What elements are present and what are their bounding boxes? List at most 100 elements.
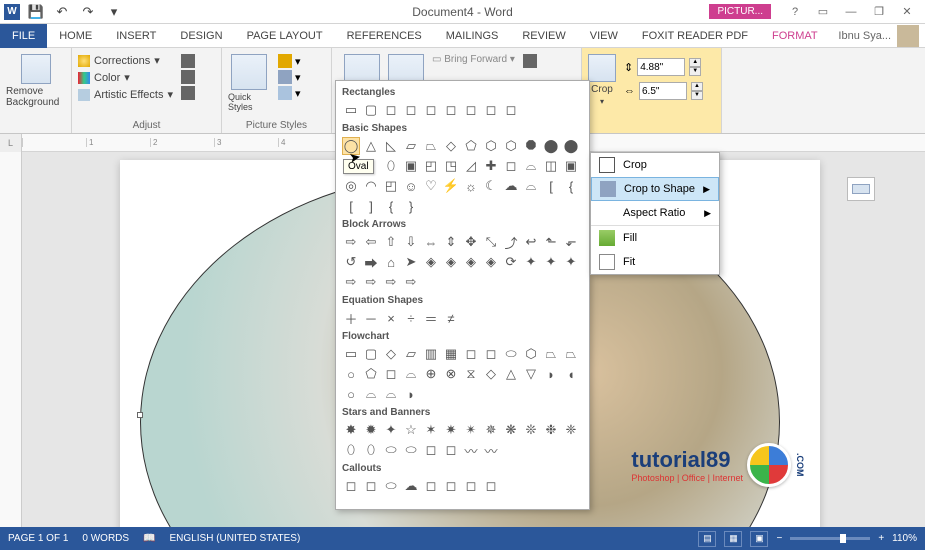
shape-star8[interactable]: ✴ [462,421,480,439]
shape-round3[interactable]: ◻ [482,101,500,119]
width-spinner[interactable]: ▲▼ [691,82,703,100]
shape-callout-line3[interactable]: ◻ [462,477,480,495]
shape-arrow-9[interactable]: ⇨ [362,273,380,291]
shape-brace[interactable]: { [562,177,580,195]
shape-ribbon2[interactable]: ⬯ [362,441,380,459]
status-language[interactable]: ENGLISH (UNITED STATES) [170,533,301,544]
close-icon[interactable]: ✕ [893,2,921,22]
shape-fc-sort[interactable]: ◇ [482,365,500,383]
shape-arrow-bent[interactable]: ⤴ [502,233,520,251]
width-input[interactable] [639,82,687,100]
shape-callout-line4[interactable]: ◻ [482,477,500,495]
view-web-icon[interactable]: ▣ [750,531,768,547]
shape-fc-process[interactable]: ▭ [342,345,360,363]
shape-fc-alt[interactable]: ▢ [362,345,380,363]
shape-fc-extract[interactable]: △ [502,365,520,383]
quick-styles-button[interactable]: Quick Styles [228,54,270,112]
shape-star-explosion1[interactable]: ✸ [342,421,360,439]
zoom-out-icon[interactable]: − [776,533,782,544]
shape-plaque[interactable]: ◻ [502,157,520,175]
shape-fc-prep[interactable]: ⬡ [522,345,540,363]
shape-star6[interactable]: ✶ [422,421,440,439]
height-spinner[interactable]: ▲▼ [689,58,701,76]
shape-snip3[interactable]: ◻ [422,101,440,119]
shape-hexagon[interactable]: ⬡ [482,137,500,155]
crop-menu-fit[interactable]: Fit [591,250,719,274]
shape-arrow-3[interactable]: ⤡ [482,233,500,251]
shape-arrow-notch[interactable]: ⮕ [362,253,380,271]
shape-trapezoid[interactable]: ⏢ [422,137,440,155]
shape-arrow-home[interactable]: ⌂ [382,253,400,271]
shape-pentagon[interactable]: ⬠ [462,137,480,155]
shape-parallelogram[interactable]: ▱ [402,137,420,155]
tab-mailings[interactable]: MAILINGS [434,24,511,48]
shape-noteq[interactable]: ≠ [442,309,460,327]
shape-fc-stored[interactable]: ◗ [542,365,560,383]
status-words[interactable]: 0 WORDS [82,533,129,544]
shape-wave[interactable]: 〰 [462,441,480,459]
shape-rectangle[interactable]: ▭ [342,101,360,119]
shape-fc-multidoc[interactable]: ◻ [482,345,500,363]
minimize-icon[interactable]: — [837,2,865,22]
shape-rt-triangle[interactable]: ◺ [382,137,400,155]
shape-equal[interactable]: ＝ [422,309,440,327]
status-proof-icon[interactable]: 📖 [143,533,155,544]
zoom-level[interactable]: 110% [892,533,917,544]
shape-rbrace[interactable]: } [402,197,420,215]
shape-fc-data[interactable]: ▱ [402,345,420,363]
shape-star32[interactable]: ❈ [562,421,580,439]
reset-picture-icon[interactable] [181,86,195,100]
shape-ribbon4[interactable]: ⬭ [402,441,420,459]
shape-arrow-10[interactable]: ⇨ [382,273,400,291]
shape-fc-direct[interactable]: ⌓ [382,385,400,403]
shape-arrow-8[interactable]: ⇨ [342,273,360,291]
shape-arrow-6[interactable]: ✦ [542,253,560,271]
shape-bracket[interactable]: [ [542,177,560,195]
shape-arrow-circ[interactable]: ⟳ [502,253,520,271]
shape-star16[interactable]: ❊ [522,421,540,439]
shape-fc-seq[interactable]: ○ [342,385,360,403]
shape-arrow-7[interactable]: ✦ [562,253,580,271]
tab-foxit[interactable]: FOXIT READER PDF [630,24,760,48]
crop-menu-aspectratio[interactable]: Aspect Ratio▶ [591,201,719,225]
shape-arrow-bent2[interactable]: ⬐ [562,233,580,251]
shape-fc-term[interactable]: ⬭ [502,345,520,363]
shape-arc[interactable]: ⌓ [522,177,540,195]
shape-fc-mag[interactable]: ⌓ [362,385,380,403]
shape-arrow-lr[interactable]: ⇔ [422,233,440,251]
shape-arrow-l[interactable]: ⇦ [362,233,380,251]
shape-star24[interactable]: ❉ [542,421,560,439]
picture-effects-button[interactable]: ▾ [278,70,301,84]
shape-ribbon1[interactable]: ⬯ [342,441,360,459]
color-button[interactable]: Color ▾ [78,71,173,84]
bring-forward-button[interactable]: ▭ Bring Forward ▾ [432,54,515,65]
shape-round1[interactable]: ◻ [442,101,460,119]
align-icon[interactable] [523,54,537,68]
user-name[interactable]: Ibnu Sya... [838,30,891,42]
shape-diamond[interactable]: ◇ [442,137,460,155]
tab-home[interactable]: HOME [47,24,104,48]
picture-layout-button[interactable]: ▾ [278,86,301,100]
shape-round2[interactable]: ◻ [462,101,480,119]
shape-arrow-d[interactable]: ⇩ [402,233,420,251]
shape-heptagon[interactable]: ⬡ [502,137,520,155]
restore-icon[interactable]: ❐ [865,2,893,22]
shape-fc-manual2[interactable]: ⏢ [562,345,580,363]
shape-ribbon3[interactable]: ⬭ [382,441,400,459]
shape-triangle[interactable]: △ [362,137,380,155]
shape-fc-predef[interactable]: ▥ [422,345,440,363]
picture-border-button[interactable]: ▾ [278,54,301,68]
shape-heart[interactable]: ♡ [422,177,440,195]
shape-fc-conn[interactable]: ○ [342,365,360,383]
shape-fc-manual[interactable]: ⏢ [542,345,560,363]
user-avatar[interactable] [897,25,919,47]
shape-arrow-uturn[interactable]: ↩ [522,233,540,251]
corrections-button[interactable]: Corrections ▾ [78,54,173,67]
height-input[interactable] [637,58,685,76]
shape-star10[interactable]: ✵ [482,421,500,439]
shape-block-arc[interactable]: ◠ [362,177,380,195]
help-icon[interactable]: ? [781,2,809,22]
shape-fc-or[interactable]: ⊗ [442,365,460,383]
tab-file[interactable]: FILE [0,24,47,48]
ribbon-options-icon[interactable]: ▭ [809,2,837,22]
